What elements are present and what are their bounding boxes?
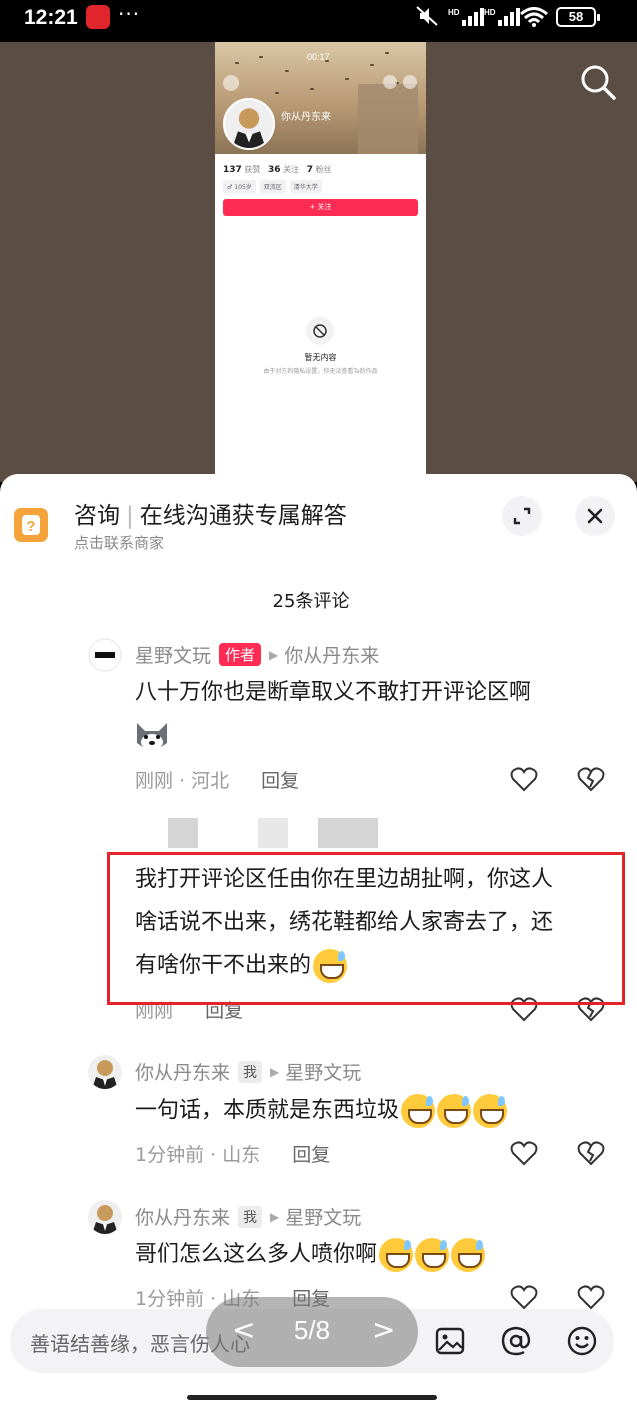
heart-icon[interactable]: [510, 766, 538, 792]
grin-sweat-emoji-icon: [401, 1094, 436, 1128]
profile-tag: 清华大学: [289, 180, 322, 193]
close-button[interactable]: [575, 496, 615, 536]
reply-button[interactable]: 回复: [261, 770, 299, 792]
back-icon: [223, 75, 239, 91]
profile-card: 137 获赞 36 关注 7 粉丝 ♂ 105岁 双流区 清华大学 + 关注 暂…: [215, 154, 426, 474]
empty-title: 暂无内容: [304, 353, 337, 362]
no-entry-icon: [306, 317, 334, 345]
broken-heart-icon[interactable]: [577, 1284, 605, 1310]
svg-text:HD: HD: [484, 8, 496, 17]
wifi-icon: [520, 7, 548, 27]
comment-time-location: 刚刚 · 河北: [135, 770, 230, 792]
mosaic-blur: [168, 818, 198, 848]
reply-arrow-icon: ▶: [270, 1209, 280, 1224]
reply-target[interactable]: 你从丹东来: [284, 641, 379, 668]
emoji-icon[interactable]: [566, 1325, 598, 1357]
close-icon: [587, 508, 603, 524]
comment-username[interactable]: 星野文玩: [135, 641, 211, 668]
expand-icon: [513, 507, 531, 525]
red-highlight-box: [107, 852, 625, 1005]
comment-username[interactable]: 你从丹东来: [135, 1203, 230, 1230]
screenshot-time: 00:17: [307, 52, 330, 62]
reply-target[interactable]: 星野文玩: [285, 1203, 361, 1230]
heart-icon[interactable]: [510, 1284, 538, 1310]
profile-name: 你从丹东来: [281, 112, 331, 123]
reply-button[interactable]: 回复: [292, 1144, 330, 1166]
author-badge: 作者: [219, 643, 262, 666]
consult-subtitle[interactable]: 点击联系商家: [74, 532, 164, 553]
consult-icon[interactable]: ?: [14, 508, 48, 542]
taobao-app-icon: [86, 5, 110, 29]
reply-arrow-icon: ▶: [270, 1064, 280, 1079]
image-icon[interactable]: [434, 1325, 466, 1357]
profile-stats: 137 获赞 36 关注 7 粉丝: [223, 165, 332, 175]
avatar[interactable]: [88, 1055, 122, 1089]
reply-arrow-icon: ▶: [269, 647, 279, 662]
grin-sweat-emoji-icon: [437, 1094, 472, 1128]
comment-meta: 你从丹东来 我 ▶ 星野文玩: [135, 1203, 361, 1230]
broken-heart-icon[interactable]: [577, 766, 605, 792]
search-icon[interactable]: [578, 62, 618, 102]
comment-panel: ? 咨询 | 在线沟通获专属解答 点击联系商家 25条评论 星野文玩 作者 ▶ 你: [0, 474, 637, 1405]
comment-text-line: 一句话，本质就是东西垃圾: [135, 1091, 508, 1131]
at-icon[interactable]: [500, 1325, 532, 1357]
mute-icon: [416, 6, 438, 26]
mosaic-blur: [258, 818, 288, 848]
follow-button: + 关注: [223, 199, 418, 216]
search-icon: [383, 75, 397, 89]
expand-button[interactable]: [502, 496, 542, 536]
consult-title[interactable]: 咨询 | 在线沟通获专属解答: [74, 496, 347, 530]
embedded-screenshot: 00:17 你从丹东来 137 获赞 36 关注 7 粉丝 ♂ 105岁 双流区…: [215, 42, 426, 474]
me-badge: 我: [238, 1060, 263, 1083]
comment-username[interactable]: 你从丹东来: [135, 1058, 230, 1085]
image-viewer: 00:17 你从丹东来 137 获赞 36 关注 7 粉丝 ♂ 105岁 双流区…: [0, 42, 637, 482]
svg-text:HD: HD: [448, 8, 460, 17]
grin-sweat-emoji-icon: [451, 1238, 486, 1272]
home-indicator[interactable]: [187, 1395, 437, 1400]
avatar[interactable]: [88, 638, 122, 672]
profile-tag: ♂ 105岁: [223, 180, 256, 193]
profile-tags: ♂ 105岁 双流区 清华大学: [223, 180, 322, 193]
grin-sweat-emoji-icon: [473, 1094, 508, 1128]
signal-icon-2: HD: [484, 8, 520, 26]
reply-target[interactable]: 星野文玩: [285, 1058, 361, 1085]
image-pager: < 5/8 >: [206, 1297, 418, 1367]
status-time: 12:21: [24, 6, 78, 29]
comment-text: 八十万你也是断章取义不敢打开评论区啊: [135, 680, 532, 705]
signal-icon: HD: [448, 8, 484, 26]
chevron-right-icon[interactable]: >: [372, 1313, 395, 1346]
grin-sweat-emoji-icon: [379, 1238, 414, 1272]
profile-tag: 双流区: [259, 180, 286, 193]
comment-meta: 星野文玩 作者 ▶ 你从丹东来: [135, 641, 379, 668]
comment-footer: 1分钟前 · 山东 回复: [135, 1140, 330, 1167]
profile-avatar: [223, 98, 275, 150]
comments-count: 25条评论: [272, 591, 350, 612]
grin-sweat-emoji-icon: [415, 1238, 450, 1272]
more-icon: [403, 75, 417, 89]
svg-text:?: ?: [26, 518, 35, 535]
broken-heart-icon[interactable]: [577, 1140, 605, 1166]
mosaic-blur: [318, 818, 378, 848]
heart-icon[interactable]: [510, 1140, 538, 1166]
status-more-icon: ···: [118, 2, 141, 26]
comment-text-line: 哥们怎么这么多人喷你啊: [135, 1235, 486, 1275]
battery-indicator: 58: [556, 7, 600, 27]
avatar[interactable]: [88, 1200, 122, 1234]
doge-emoji-icon: [137, 723, 167, 750]
comment-time-location: 1分钟前 · 山东: [135, 1144, 261, 1166]
empty-description: 由于对方的隐私设置，你无法查看Ta的作品: [263, 368, 378, 375]
comment-footer: 刚刚 · 河北 回复: [135, 766, 299, 793]
me-badge: 我: [238, 1205, 263, 1228]
comment-meta: 你从丹东来 我 ▶ 星野文玩: [135, 1058, 361, 1085]
status-bar: 12:21 ··· HD HD 58: [0, 0, 637, 42]
